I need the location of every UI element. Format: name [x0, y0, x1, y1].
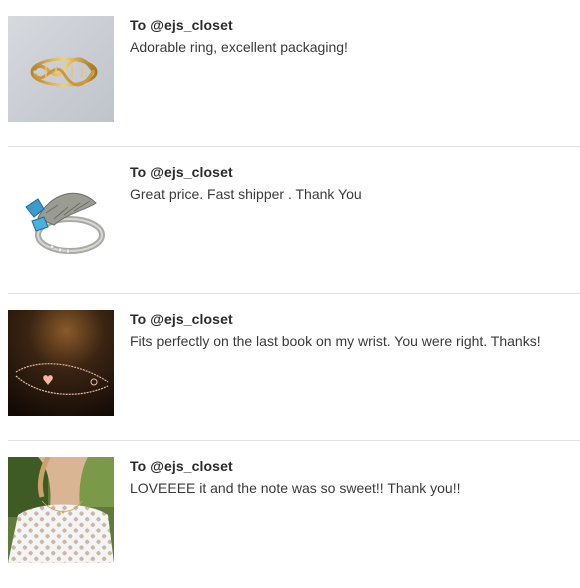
review-item[interactable]: To @ejs_closet LOVEEEE it and the note w… [0, 441, 580, 588]
bracelet-photo[interactable] [8, 310, 114, 416]
review-recipient[interactable]: To @ejs_closet [130, 17, 233, 33]
review-recipient[interactable]: To @ejs_closet [130, 164, 233, 180]
gold-ring-photo[interactable] [8, 16, 114, 122]
review-comment: Adorable ring, excellent packaging! [130, 39, 348, 55]
silver-ring-photo[interactable] [8, 163, 114, 269]
review-item[interactable]: To @ejs_closet Fits perfectly on the las… [0, 294, 580, 441]
necklace-photo[interactable] [8, 457, 114, 563]
review-item[interactable]: To @ejs_closet Great price. Fast shipper… [0, 147, 580, 294]
review-recipient[interactable]: To @ejs_closet [130, 458, 233, 474]
review-item[interactable]: To @ejs_closet Adorable ring, excellent … [0, 0, 580, 147]
review-comment: Great price. Fast shipper . Thank You [130, 186, 362, 202]
review-recipient[interactable]: To @ejs_closet [130, 311, 233, 327]
review-comment: LOVEEEE it and the note was so sweet!! T… [130, 480, 461, 496]
review-comment: Fits perfectly on the last book on my wr… [130, 333, 541, 349]
